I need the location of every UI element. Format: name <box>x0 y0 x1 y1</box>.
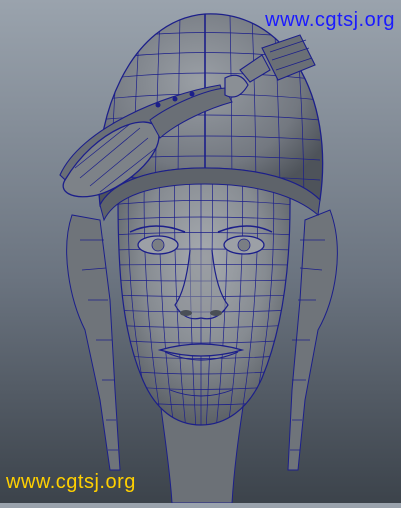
watermark-bottom: www.cgtsj.org <box>6 471 136 493</box>
watermark-top: www.cgtsj.org <box>265 9 395 31</box>
earflap-right <box>287 209 338 471</box>
wireframe-head-model <box>59 13 338 504</box>
viewport <box>0 0 401 504</box>
earflap-left <box>66 214 121 471</box>
